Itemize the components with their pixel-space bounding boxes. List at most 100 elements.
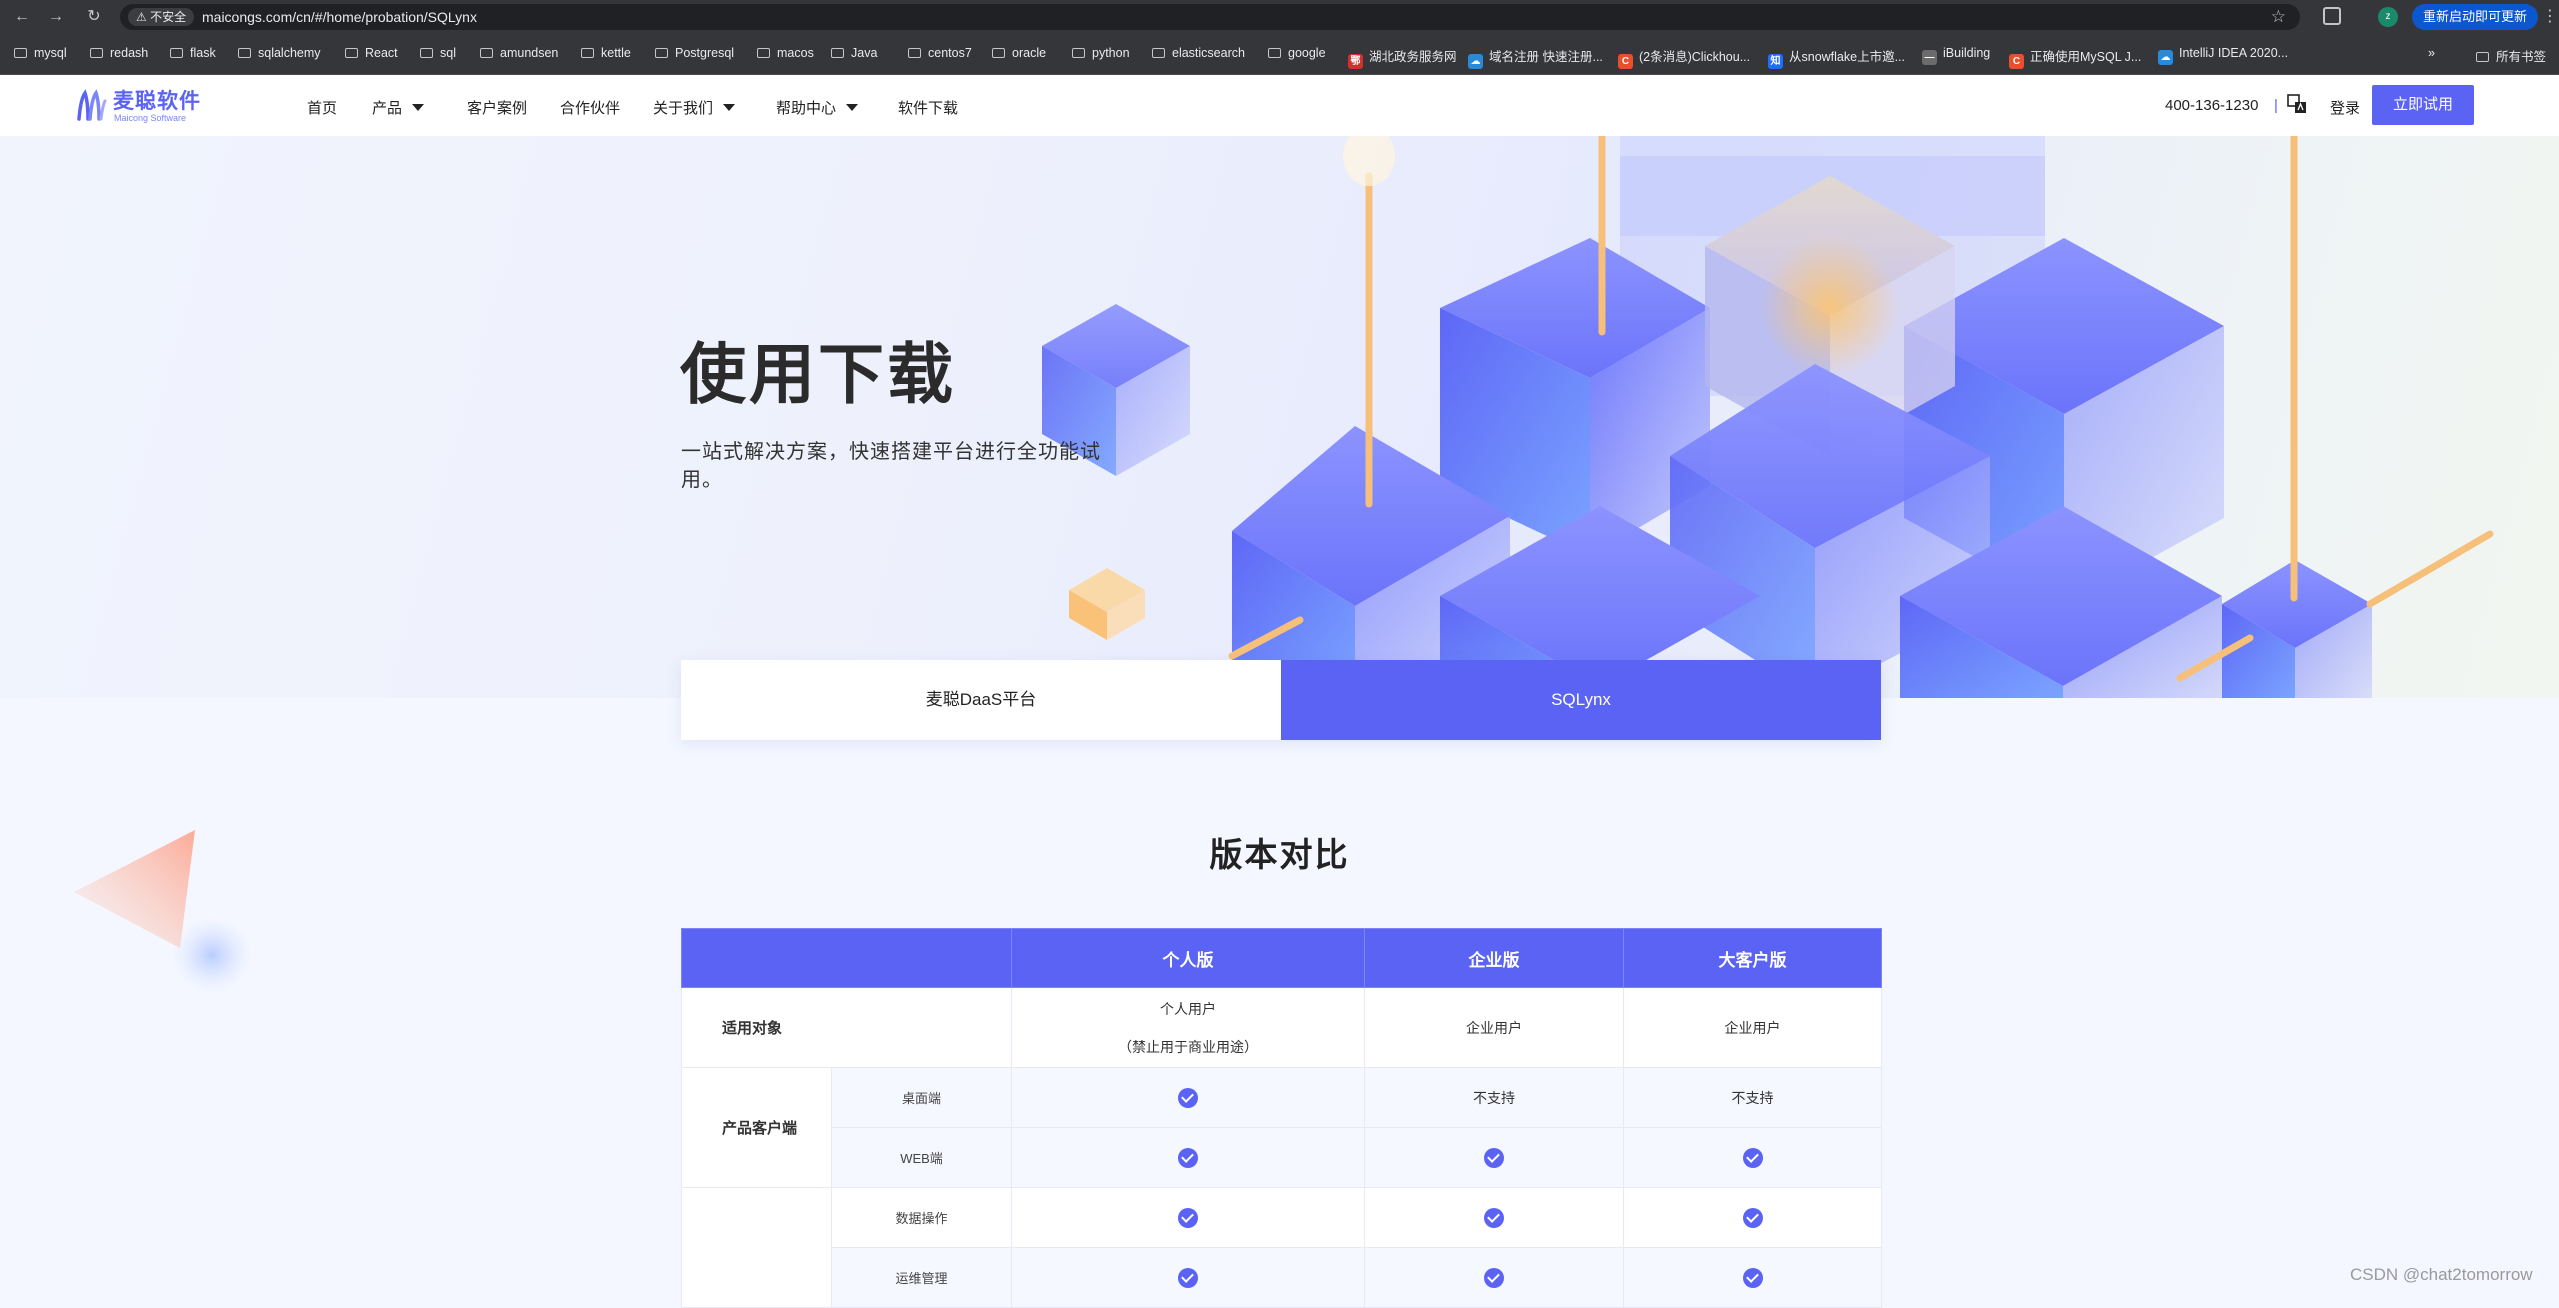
- bookmark-item[interactable]: sql: [420, 46, 456, 60]
- extensions-icon[interactable]: [2323, 7, 2341, 25]
- nav-home[interactable]: 首页: [307, 97, 337, 118]
- url-text[interactable]: maicongs.com/cn/#/home/probation/SQLynx: [202, 9, 477, 25]
- bookmark-item[interactable]: C (2条消息)Clickhou...: [1618, 46, 1750, 69]
- cell-personal: [1011, 1127, 1365, 1188]
- nav-download[interactable]: 软件下载: [898, 97, 958, 118]
- bookmark-item[interactable]: kettle: [581, 46, 631, 60]
- bookmark-label: oracle: [1012, 46, 1047, 60]
- bookmark-item[interactable]: macos: [757, 46, 814, 60]
- folder-icon: [581, 48, 594, 58]
- bookmark-label: amundsen: [500, 46, 559, 60]
- bookmark-item[interactable]: flask: [170, 46, 216, 60]
- bookmarks-overflow-icon[interactable]: »: [2428, 46, 2435, 60]
- header-divider: |: [2274, 97, 2278, 114]
- bookmark-item[interactable]: ☁ IntelliJ IDEA 2020...: [2158, 46, 2288, 65]
- nav-label: 关于我们: [653, 100, 714, 117]
- bookmark-label: React: [365, 46, 398, 60]
- csdn-watermark: CSDN @chat2tomorrow: [2350, 1265, 2533, 1284]
- check-circle-icon: [1178, 1147, 1198, 1168]
- all-bookmarks-folder[interactable]: 所有书签: [2476, 46, 2546, 65]
- cell-personal: [1011, 1247, 1365, 1308]
- site-favicon-icon: ☁: [2158, 50, 2173, 65]
- header-blank: [681, 928, 1012, 988]
- nav-partners[interactable]: 合作伙伴: [560, 97, 620, 118]
- nav-label: 帮助中心: [776, 100, 837, 117]
- bookmark-item[interactable]: C 正确使用MySQL J...: [2009, 46, 2141, 69]
- bookmark-item[interactable]: centos7: [908, 46, 972, 60]
- back-arrow-icon[interactable]: ←: [12, 7, 32, 27]
- bookmark-item[interactable]: google: [1268, 46, 1326, 60]
- table-row: 产品客户端 桌面端 不支持 不支持: [681, 1067, 1882, 1188]
- row-label-audience: 适用对象: [681, 987, 1012, 1068]
- logo-subtitle: Maicong Software: [114, 113, 187, 123]
- folder-icon: [14, 48, 27, 58]
- bookmark-item[interactable]: React: [345, 46, 398, 60]
- bookmark-label: python: [1092, 46, 1130, 60]
- cell-vip: 不支持: [1623, 1067, 1882, 1128]
- browser-menu-icon[interactable]: ⋮: [2542, 6, 2558, 26]
- forward-arrow-icon[interactable]: →: [46, 7, 66, 27]
- bookmark-item[interactable]: mysql: [14, 46, 67, 60]
- cell-audience-vip: 企业用户: [1623, 987, 1882, 1068]
- row-feature-label: WEB端: [831, 1127, 1012, 1188]
- bookmark-item[interactable]: sqlalchemy: [238, 46, 321, 60]
- bookmark-item[interactable]: ☁ 域名注册 快速注册...: [1468, 46, 1603, 69]
- nav-label: 首页: [307, 100, 338, 117]
- logo-name[interactable]: 麦聪软件: [113, 85, 201, 115]
- update-browser-button[interactable]: 重新启动即可更新: [2412, 4, 2538, 30]
- bookmark-label: mysql: [34, 46, 67, 60]
- bookmark-item[interactable]: python: [1072, 46, 1130, 60]
- nav-label: 合作伙伴: [560, 100, 621, 117]
- bookmark-item[interactable]: — iBuilding: [1922, 46, 1990, 65]
- site-header: 麦聪软件 Maicong Software 首页 产品 客户案例 合作伙伴 关于我们 帮助…: [0, 75, 2559, 136]
- bookmark-item[interactable]: redash: [90, 46, 148, 60]
- bookmark-star-icon[interactable]: ☆: [2271, 7, 2286, 27]
- folder-icon: [831, 48, 844, 58]
- check-circle-icon: [1178, 1267, 1198, 1288]
- folder-icon: [1152, 48, 1165, 58]
- nav-cases[interactable]: 客户案例: [467, 97, 527, 118]
- login-link[interactable]: 登录: [2330, 97, 2360, 118]
- nav-help[interactable]: 帮助中心: [776, 97, 859, 118]
- site-favicon-icon: C: [1618, 54, 1633, 69]
- bookmark-label: sql: [440, 46, 456, 60]
- tab-sqlynx[interactable]: SQLynx: [1281, 660, 1881, 740]
- bookmark-item[interactable]: 鄂湖北政务服务网: [1348, 46, 1457, 69]
- site-favicon-icon: 知: [1768, 54, 1783, 69]
- bookmark-item[interactable]: amundsen: [480, 46, 558, 60]
- check-circle-icon: [1484, 1207, 1504, 1228]
- warning-icon: ⚠: [136, 10, 151, 24]
- caret-down-icon: [723, 104, 736, 111]
- bookmark-item[interactable]: Java: [831, 46, 877, 60]
- nav-products[interactable]: 产品: [372, 97, 425, 118]
- row-feature-label: 数据操作: [831, 1187, 1012, 1248]
- bookmark-label: kettle: [601, 46, 631, 60]
- nav-about[interactable]: 关于我们: [653, 97, 736, 118]
- reload-icon[interactable]: ↻: [84, 7, 104, 27]
- folder-icon: [1072, 48, 1085, 58]
- cell-vip: [1623, 1127, 1882, 1188]
- hero-subtitle: 一站式解决方案，快速搭建平台进行全功能试用。: [681, 441, 1101, 491]
- bookmark-label: 湖北政务服务网: [1369, 50, 1457, 64]
- profile-avatar[interactable]: z: [2378, 7, 2398, 27]
- address-bar[interactable]: ⚠ 不安全 maicongs.com/cn/#/home/probation/S…: [120, 4, 2300, 30]
- bookmark-item[interactable]: Postgresql: [655, 46, 734, 60]
- cell-enterprise: [1364, 1127, 1624, 1188]
- comparison-title: 版本对比: [1209, 836, 1350, 873]
- security-chip[interactable]: ⚠ 不安全: [128, 8, 195, 26]
- free-trial-button[interactable]: 立即试用: [2372, 85, 2474, 125]
- bookmark-item[interactable]: oracle: [992, 46, 1046, 60]
- hero-banner: 使用下载 一站式解决方案，快速搭建平台进行全功能试用。: [0, 136, 2559, 698]
- bookmark-item[interactable]: elasticsearch: [1152, 46, 1245, 60]
- bookmark-item[interactable]: 知从snowflake上市邀...: [1768, 46, 1905, 69]
- maicong-logo-icon[interactable]: [76, 89, 108, 123]
- bookmark-label: (2条消息)Clickhou...: [1639, 50, 1751, 64]
- table-row: 运维管理: [682, 1247, 1882, 1308]
- tab-daas-platform[interactable]: 麦聪DaaS平台: [681, 660, 1281, 740]
- bookmark-label: 从snowflake上市邀...: [1789, 50, 1906, 64]
- cell-audience-personal: 个人用户 （禁止用于商业用途）: [1011, 987, 1365, 1068]
- cell-personal: [1011, 1187, 1365, 1248]
- site-favicon-icon: —: [1922, 50, 1937, 65]
- check-circle-icon: [1484, 1267, 1504, 1288]
- language-switch-icon[interactable]: [2287, 94, 2307, 114]
